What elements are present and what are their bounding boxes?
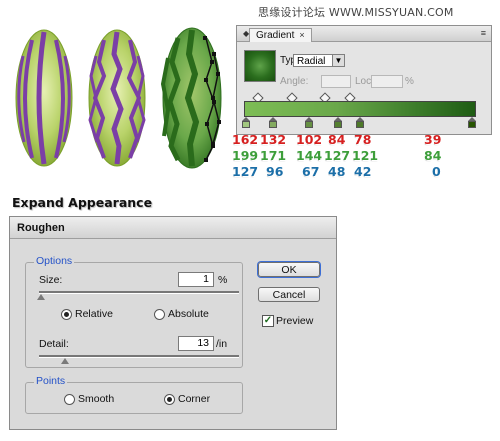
gradient-slider-bar[interactable] (244, 101, 476, 117)
gradient-panel-titlebar: ◆ Gradient × ≡ (237, 26, 491, 42)
blue-value: 48 (328, 164, 346, 179)
melon-illustrations (15, 27, 222, 169)
gradient-preview-swatch[interactable] (244, 50, 276, 82)
gradient-stop[interactable] (356, 117, 364, 128)
options-legend: Options (34, 255, 75, 267)
size-label: Size: (39, 274, 63, 286)
blue-value: 0 (432, 164, 441, 179)
preview-checkbox[interactable]: ✓ (262, 315, 274, 327)
detail-unit: /in (216, 338, 228, 350)
cancel-button[interactable]: Cancel (258, 287, 320, 302)
gradient-tab[interactable]: Gradient × (249, 28, 312, 42)
green-value: 127 (324, 148, 351, 163)
absolute-radio[interactable] (154, 309, 165, 320)
gradient-stop[interactable] (269, 117, 277, 128)
smooth-radio[interactable] (64, 394, 75, 405)
size-input[interactable]: 1 (178, 272, 214, 287)
gradient-stop[interactable] (305, 117, 313, 128)
blue-value: 67 (302, 164, 320, 179)
size-slider-thumb[interactable] (37, 294, 45, 300)
green-value: 84 (424, 148, 442, 163)
blue-value: 96 (266, 164, 284, 179)
location-field (371, 75, 403, 88)
corner-radio[interactable] (164, 394, 175, 405)
options-group: Options Size: 1 % Relative Absolute Deta… (25, 255, 243, 368)
gradient-stop[interactable] (468, 117, 476, 128)
blue-value: 42 (354, 164, 372, 179)
watermelon-selected (160, 27, 222, 169)
points-legend: Points (34, 375, 68, 387)
gradient-tab-label: Gradient (256, 30, 295, 41)
location-percent: % (405, 76, 414, 87)
gradient-stop[interactable] (334, 117, 342, 128)
red-value: 162 (232, 132, 259, 147)
angle-label: Angle: (280, 76, 309, 87)
green-value: 144 (296, 148, 323, 163)
angle-field (321, 75, 351, 88)
preview-label: Preview (276, 315, 314, 327)
smooth-label: Smooth (78, 393, 115, 405)
absolute-label: Absolute (168, 308, 209, 320)
roughen-dialog: Roughen Options Size: 1 % Relative Absol… (9, 216, 337, 430)
green-value: 121 (352, 148, 379, 163)
detail-input[interactable]: 13 (178, 336, 214, 351)
gradient-stop[interactable] (242, 117, 250, 128)
detail-slider-thumb[interactable] (61, 358, 69, 364)
detail-slider-track[interactable] (39, 355, 239, 358)
green-value: 171 (260, 148, 287, 163)
size-unit: % (218, 274, 228, 286)
detail-label: Detail: (39, 338, 69, 350)
dialog-title: Roughen (10, 217, 336, 239)
melon-smooth-stripes (15, 29, 73, 167)
ok-button[interactable]: OK (258, 262, 320, 277)
red-value: 39 (424, 132, 442, 147)
corner-label: Corner (178, 393, 211, 405)
melon-rough-stripes (88, 29, 146, 167)
relative-radio[interactable] (61, 309, 72, 320)
red-value: 84 (328, 132, 346, 147)
green-value: 199 (232, 148, 259, 163)
chevron-down-icon[interactable]: ▼ (332, 54, 345, 67)
relative-label: Relative (75, 308, 113, 320)
gradient-panel: ◆ Gradient× ≡ Type: Radial ▼ Angle: Loca… (236, 25, 492, 135)
red-value: 78 (354, 132, 372, 147)
watermark-text: 思缘设计论坛 WWW.MISSYUAN.COM (258, 6, 454, 19)
size-slider-track[interactable] (39, 291, 239, 294)
close-icon[interactable]: × (299, 30, 304, 40)
red-value: 102 (296, 132, 323, 147)
stop-color-values: 162 132 102 84 78 39 199 171 144 127 121… (232, 130, 482, 180)
blue-value: 127 (232, 164, 259, 179)
red-value: 132 (260, 132, 287, 147)
section-heading: Expand Appearance (12, 195, 153, 210)
panel-menu-icon[interactable]: ≡ (481, 28, 486, 38)
points-group: Points Smooth Corner (25, 375, 243, 414)
